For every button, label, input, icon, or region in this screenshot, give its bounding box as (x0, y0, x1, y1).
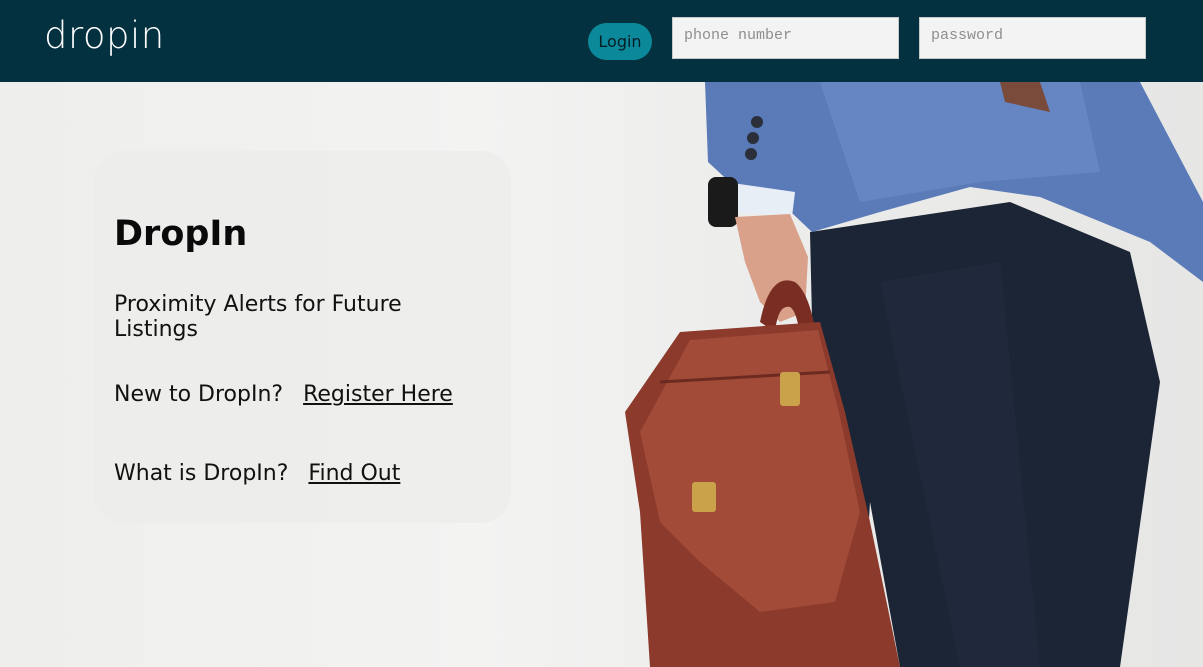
about-row: What is DropIn? Find Out (114, 461, 400, 486)
register-prompt: New to DropIn? (114, 382, 284, 407)
register-row: New to DropIn? Register Here (114, 382, 453, 407)
login-button[interactable]: Login (588, 23, 652, 60)
about-prompt: What is DropIn? (114, 461, 289, 486)
register-link[interactable]: Register Here (303, 382, 453, 407)
password-input[interactable] (919, 17, 1146, 59)
find-out-link[interactable]: Find Out (308, 461, 400, 486)
phone-number-input[interactable] (672, 17, 899, 59)
hero-section: DropIn Proximity Alerts for Future Listi… (0, 82, 1203, 667)
intro-card: DropIn Proximity Alerts for Future Listi… (94, 151, 511, 523)
top-navbar: dropin Login (0, 0, 1203, 82)
tagline: Proximity Alerts for Future Listings (114, 292, 402, 342)
brand-logo[interactable]: dropin (44, 14, 165, 57)
app-title: DropIn (114, 214, 248, 254)
